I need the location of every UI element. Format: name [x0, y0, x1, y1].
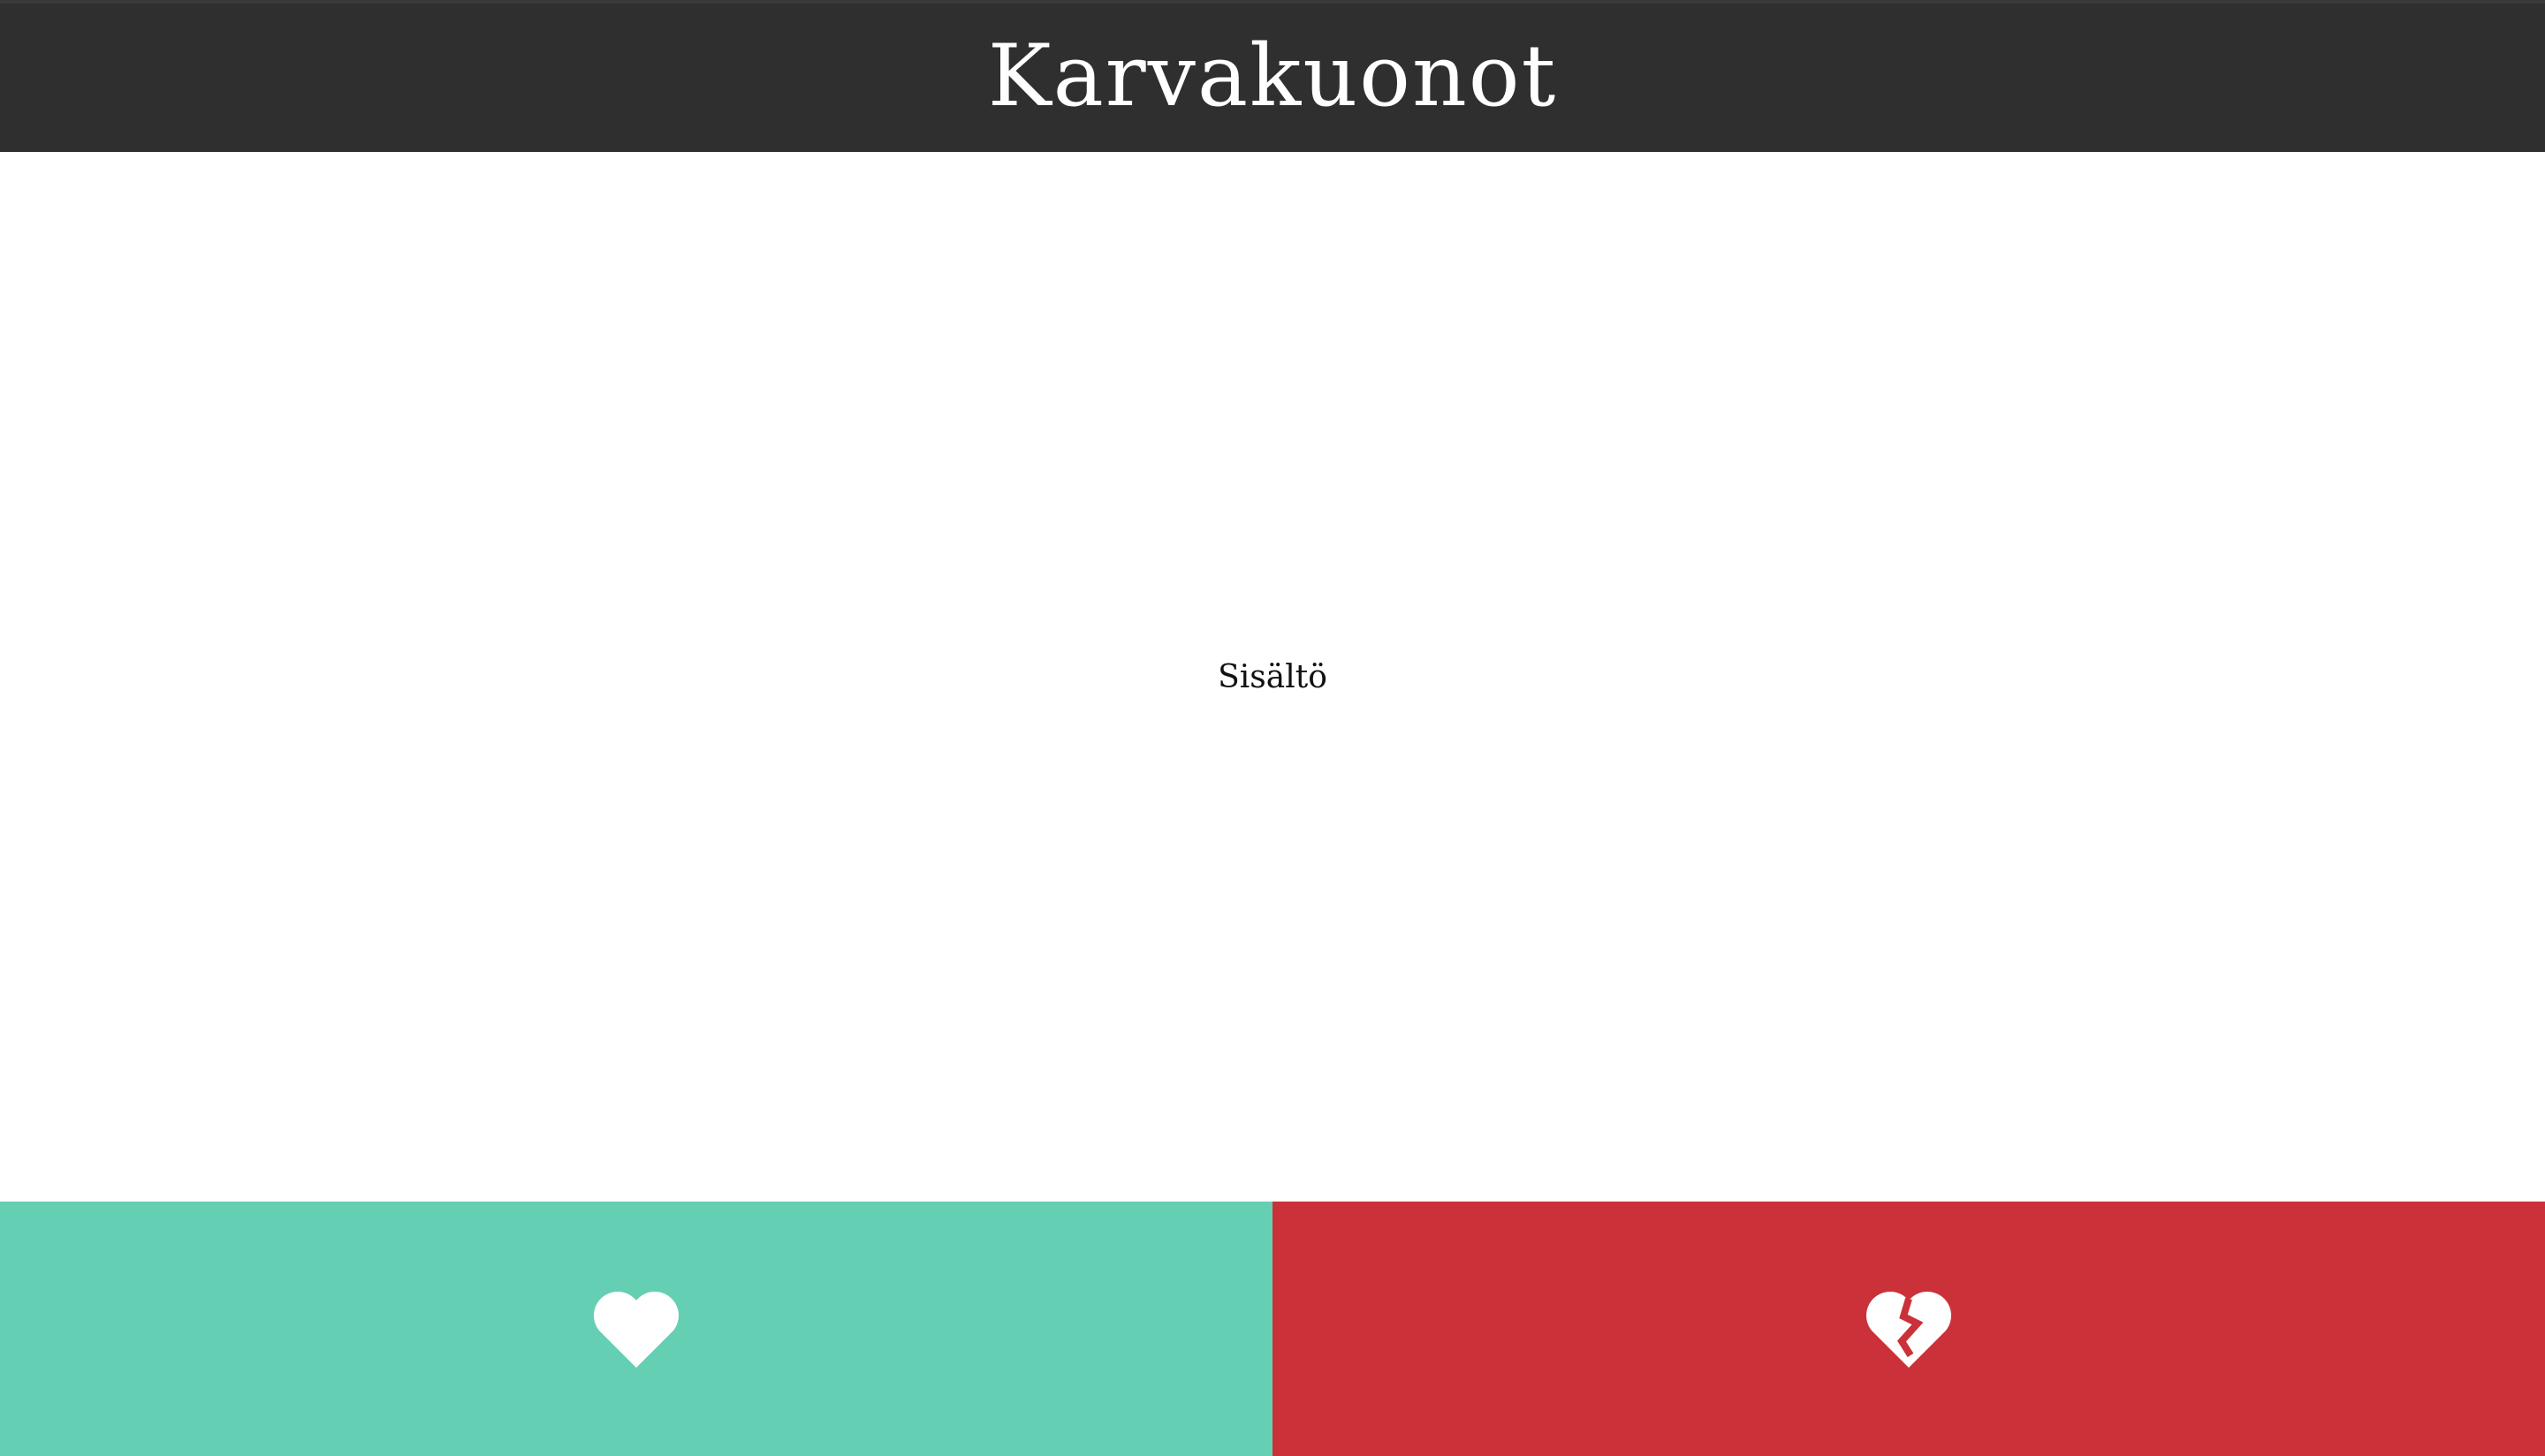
heart-icon [593, 1291, 680, 1368]
like-button[interactable] [0, 1202, 1272, 1456]
dislike-button[interactable] [1272, 1202, 2545, 1456]
content-area: Sisältö [0, 152, 2545, 1202]
action-bar [0, 1202, 2545, 1456]
app-title: Karvakuonot [987, 27, 1558, 125]
content-placeholder-text: Sisältö [1218, 658, 1327, 695]
app-window: Karvakuonot Sisältö [0, 0, 2545, 1456]
broken-heart-icon [1865, 1291, 1952, 1368]
top-bar: Karvakuonot [0, 0, 2545, 152]
